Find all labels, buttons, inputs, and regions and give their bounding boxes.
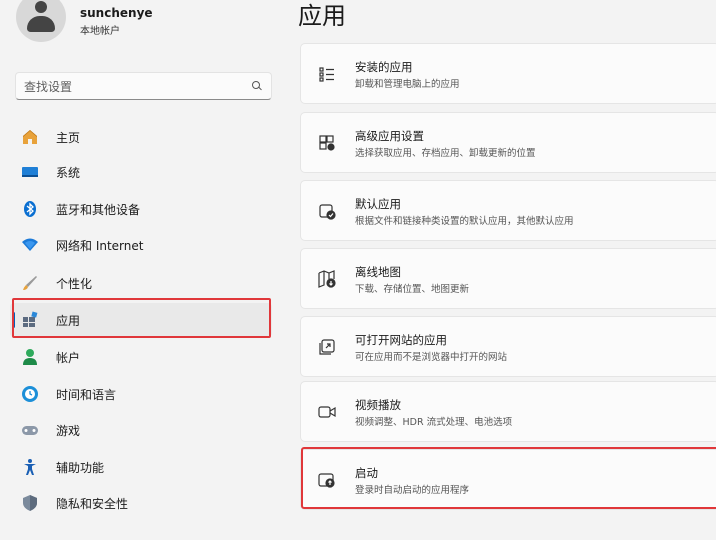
wifi-icon <box>21 236 39 254</box>
card-title: 默认应用 <box>355 197 401 211</box>
sidebar-item-label: 个性化 <box>56 276 93 291</box>
open-link-icon <box>317 337 337 357</box>
card-subtitle: 下载、存储位置、地图更新 <box>355 284 470 295</box>
sidebar-item-label: 隐私和安全性 <box>56 496 129 511</box>
card-subtitle: 登录时自动启动的应用程序 <box>355 485 470 496</box>
sidebar-item-label: 时间和语言 <box>56 387 117 402</box>
list-icon <box>317 64 337 84</box>
sidebar-item-gaming[interactable]: 游戏 <box>10 413 272 447</box>
avatar <box>16 0 66 42</box>
apps-gear-icon <box>317 133 337 153</box>
person-icon <box>21 348 39 366</box>
sidebar-item-label: 蓝牙和其他设备 <box>56 202 141 217</box>
apps-icon <box>21 311 39 329</box>
sidebar-item-label: 网络和 Internet <box>56 238 144 253</box>
card-title: 离线地图 <box>355 265 401 279</box>
page-title: 应用 <box>298 2 346 30</box>
sidebar-item-label: 帐户 <box>56 350 81 365</box>
sidebar-item-accessibility[interactable]: 辅助功能 <box>10 450 272 484</box>
sidebar-item-label: 游戏 <box>56 423 81 438</box>
clock-globe-icon <box>21 385 39 403</box>
default-apps-icon <box>317 201 337 221</box>
card-subtitle: 根据文件和链接种类设置的默认应用，其他默认应用 <box>355 216 574 227</box>
shield-icon <box>21 494 39 512</box>
search-input[interactable]: 查找设置 <box>24 78 251 95</box>
card-title: 高级应用设置 <box>355 129 424 143</box>
card-offline-maps[interactable]: 离线地图 下载、存储位置、地图更新 <box>300 248 716 309</box>
card-installed-apps[interactable]: 安装的应用 卸载和管理电脑上的应用 <box>300 43 716 104</box>
card-title: 启动 <box>355 466 378 480</box>
card-video-playback[interactable]: 视频播放 视频调整、HDR 流式处理、电池选项 <box>300 381 716 442</box>
sidebar-item-label: 主页 <box>56 130 81 145</box>
accessibility-icon <box>21 458 39 476</box>
sidebar: sunchenye 本地帐户 查找设置 主页 系统 蓝牙和其他设备 网络和 In… <box>0 0 290 540</box>
card-default-apps[interactable]: 默认应用 根据文件和链接种类设置的默认应用，其他默认应用 <box>300 180 716 241</box>
card-subtitle: 卸载和管理电脑上的应用 <box>355 79 460 90</box>
bluetooth-icon <box>21 200 39 218</box>
sidebar-item-accounts[interactable]: 帐户 <box>10 340 272 374</box>
brush-icon <box>21 274 39 292</box>
sidebar-item-home[interactable]: 主页 <box>10 120 272 154</box>
map-download-icon <box>317 269 337 289</box>
sidebar-item-network[interactable]: 网络和 Internet <box>10 228 272 262</box>
startup-icon <box>317 470 337 490</box>
card-subtitle: 选择获取应用、存档应用、卸载更新的位置 <box>355 148 536 159</box>
sidebar-item-time-language[interactable]: 时间和语言 <box>10 377 272 411</box>
sidebar-item-system[interactable]: 系统 <box>10 155 272 189</box>
card-title: 可打开网站的应用 <box>355 333 447 347</box>
card-subtitle: 可在应用而不是浏览器中打开的网站 <box>355 352 508 363</box>
sidebar-item-apps[interactable]: 应用 <box>10 303 272 337</box>
card-apps-for-websites[interactable]: 可打开网站的应用 可在应用而不是浏览器中打开的网站 <box>300 316 716 377</box>
sidebar-item-bluetooth[interactable]: 蓝牙和其他设备 <box>10 192 272 226</box>
search-box[interactable]: 查找设置 <box>15 72 272 100</box>
monitor-icon <box>21 163 39 181</box>
card-startup[interactable]: 启动 登录时自动启动的应用程序 <box>300 449 716 510</box>
sidebar-item-label: 辅助功能 <box>56 460 105 475</box>
profile-account-type: 本地帐户 <box>80 26 120 37</box>
card-advanced-app-settings[interactable]: 高级应用设置 选择获取应用、存档应用、卸载更新的位置 <box>300 112 716 173</box>
card-title: 安装的应用 <box>355 60 413 74</box>
sidebar-item-privacy[interactable]: 隐私和安全性 <box>10 486 272 520</box>
card-title: 视频播放 <box>355 398 401 412</box>
card-subtitle: 视频调整、HDR 流式处理、电池选项 <box>355 417 513 428</box>
video-camera-icon <box>317 402 337 422</box>
sidebar-item-personalization[interactable]: 个性化 <box>10 266 272 300</box>
sidebar-item-label: 系统 <box>56 165 81 180</box>
search-icon <box>251 80 263 92</box>
profile-name: sunchenye <box>80 6 153 20</box>
sidebar-item-label: 应用 <box>56 313 81 328</box>
home-icon <box>21 128 39 146</box>
gamepad-icon <box>21 421 39 439</box>
